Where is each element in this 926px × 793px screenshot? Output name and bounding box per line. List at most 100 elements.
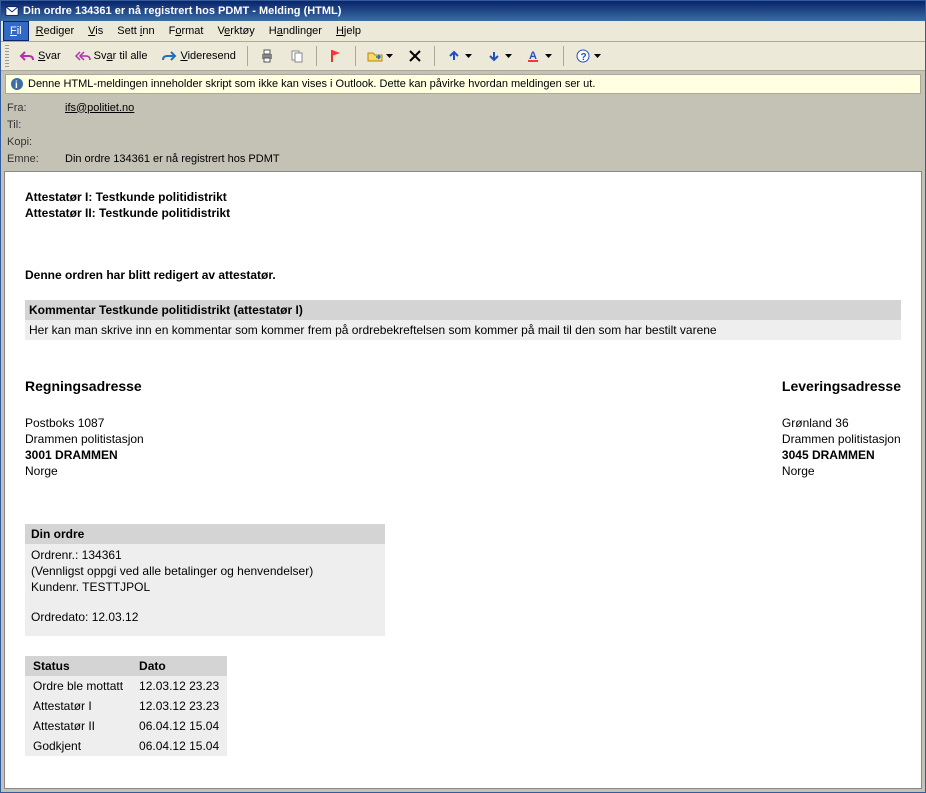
chevron-down-icon <box>505 48 512 64</box>
chevron-down-icon <box>386 48 393 64</box>
forward-button[interactable]: Videresend <box>155 45 241 67</box>
status-cell: Ordre ble mottatt <box>25 676 131 696</box>
date-cell: 06.04.12 15.04 <box>131 736 227 756</box>
status-table: Status Dato Ordre ble mottatt12.03.12 23… <box>25 656 227 756</box>
chevron-down-icon <box>465 48 472 64</box>
delete-icon <box>407 48 423 64</box>
status-cell: Attestatør II <box>25 716 131 736</box>
order-date: Ordredato: 12.03.12 <box>31 610 379 624</box>
shipping-line: 3045 DRAMMEN <box>782 448 901 462</box>
reply-all-icon <box>75 48 91 64</box>
billing-title: Regningsadresse <box>25 378 144 394</box>
move-button[interactable] <box>361 45 399 67</box>
billing-line: Norge <box>25 464 144 478</box>
table-row: Attestatør I12.03.12 23.23 <box>25 696 227 716</box>
menu-hjelp[interactable]: Hjelp <box>329 21 368 41</box>
copy-button[interactable] <box>283 45 311 67</box>
reply-all-label: Svar til alle <box>94 50 148 62</box>
status-cell: Attestatør I <box>25 696 131 716</box>
toolbar-grip[interactable] <box>5 45 9 67</box>
font-a-icon: A <box>526 48 542 64</box>
comment-header: Kommentar Testkunde politidistrikt (atte… <box>25 300 901 320</box>
to-label: Til: <box>7 119 65 131</box>
billing-line: Postboks 1087 <box>25 416 144 430</box>
print-button[interactable] <box>253 45 281 67</box>
billing-line: 3001 DRAMMEN <box>25 448 144 462</box>
help-icon: ? <box>575 48 591 64</box>
table-row: Godkjent06.04.12 15.04 <box>25 736 227 756</box>
shipping-line: Norge <box>782 464 901 478</box>
cc-label: Kopi: <box>7 136 65 148</box>
order-title: Din ordre <box>25 524 385 544</box>
arrow-up-icon <box>446 48 462 64</box>
next-button[interactable] <box>480 45 518 67</box>
arrow-down-icon <box>486 48 502 64</box>
order-nr: Ordrenr.: 134361 <box>31 548 379 562</box>
mail-icon <box>5 4 19 18</box>
font-color-button[interactable]: A <box>520 45 558 67</box>
menubar: Fil Rediger Vis Sett inn Format Verktøy … <box>1 21 925 42</box>
flag-button[interactable] <box>322 45 350 67</box>
forward-icon <box>161 48 177 64</box>
menu-rediger[interactable]: Rediger <box>29 21 82 41</box>
table-row: Ordre ble mottatt12.03.12 23.23 <box>25 676 227 696</box>
menu-settinn[interactable]: Sett inn <box>110 21 161 41</box>
chevron-down-icon <box>594 48 601 64</box>
menu-fil[interactable]: Fil <box>3 21 29 41</box>
window-title: Din ordre 134361 er nå registrert hos PD… <box>23 5 341 17</box>
reply-button[interactable]: SSvarvar <box>13 45 67 67</box>
menu-handlinger[interactable]: Handlinger <box>262 21 329 41</box>
svg-text:?: ? <box>580 52 586 63</box>
date-cell: 12.03.12 23.23 <box>131 676 227 696</box>
edited-notice: Denne ordren har blitt redigert av attes… <box>25 268 901 282</box>
attestor-2: Attestatør II: Testkunde politidistrikt <box>25 206 901 220</box>
message-body[interactable]: Attestatør I: Testkunde politidistrikt A… <box>4 171 922 789</box>
col-date: Dato <box>131 656 227 676</box>
toolbar-sep-2 <box>316 46 317 66</box>
menu-format[interactable]: Format <box>162 21 211 41</box>
attestor-1: Attestatør I: Testkunde politidistrikt <box>25 190 901 204</box>
toolbar-sep-5 <box>563 46 564 66</box>
date-cell: 12.03.12 23.23 <box>131 696 227 716</box>
toolbar-sep-4 <box>434 46 435 66</box>
reply-icon <box>19 48 35 64</box>
shipping-line: Grønland 36 <box>782 416 901 430</box>
addresses: Regningsadresse Postboks 1087 Drammen po… <box>25 378 901 480</box>
shipping-address: Leveringsadresse Grønland 36 Drammen pol… <box>782 378 901 480</box>
message-headers: Fra:ifs@politiet.no Til: Kopi: Emne:Din … <box>1 97 925 171</box>
prev-button[interactable] <box>440 45 478 67</box>
order-customer: Kundenr. TESTTJPOL <box>31 580 379 594</box>
help-button[interactable]: ? <box>569 45 607 67</box>
titlebar: Din ordre 134361 er nå registrert hos PD… <box>1 1 925 21</box>
shipping-line: Drammen politistasjon <box>782 432 901 446</box>
from-value[interactable]: ifs@politiet.no <box>65 102 134 114</box>
reply-all-button[interactable]: Svar til alle <box>69 45 154 67</box>
table-row: Attestatør II06.04.12 15.04 <box>25 716 227 736</box>
shipping-title: Leveringsadresse <box>782 378 901 394</box>
reply-label: SSvarvar <box>38 50 61 62</box>
infobar-text: Denne HTML-meldingen inneholder skript s… <box>28 78 595 90</box>
menu-vis[interactable]: Vis <box>81 21 110 41</box>
date-cell: 06.04.12 15.04 <box>131 716 227 736</box>
svg-text:i: i <box>15 80 18 91</box>
folder-move-icon <box>367 48 383 64</box>
menu-verktoy[interactable]: Verktøy <box>210 21 261 41</box>
forward-label: Videresend <box>180 50 235 62</box>
from-label: Fra: <box>7 102 65 114</box>
info-icon: i <box>10 77 24 91</box>
order-box: Din ordre Ordrenr.: 134361 (Vennligst op… <box>25 524 385 636</box>
print-icon <box>259 48 275 64</box>
script-warning-bar[interactable]: i Denne HTML-meldingen inneholder skript… <box>5 74 921 94</box>
delete-button[interactable] <box>401 45 429 67</box>
toolbar-sep-1 <box>247 46 248 66</box>
table-header-row: Status Dato <box>25 656 227 676</box>
toolbar-sep-3 <box>355 46 356 66</box>
chevron-down-icon <box>545 48 552 64</box>
status-cell: Godkjent <box>25 736 131 756</box>
order-note: (Vennligst oppgi ved alle betalinger og … <box>31 564 379 578</box>
subject-value: Din ordre 134361 er nå registrert hos PD… <box>65 153 280 165</box>
copy-icon <box>289 48 305 64</box>
billing-line: Drammen politistasjon <box>25 432 144 446</box>
billing-address: Regningsadresse Postboks 1087 Drammen po… <box>25 378 144 480</box>
comment-body: Her kan man skrive inn en kommentar som … <box>25 320 901 340</box>
